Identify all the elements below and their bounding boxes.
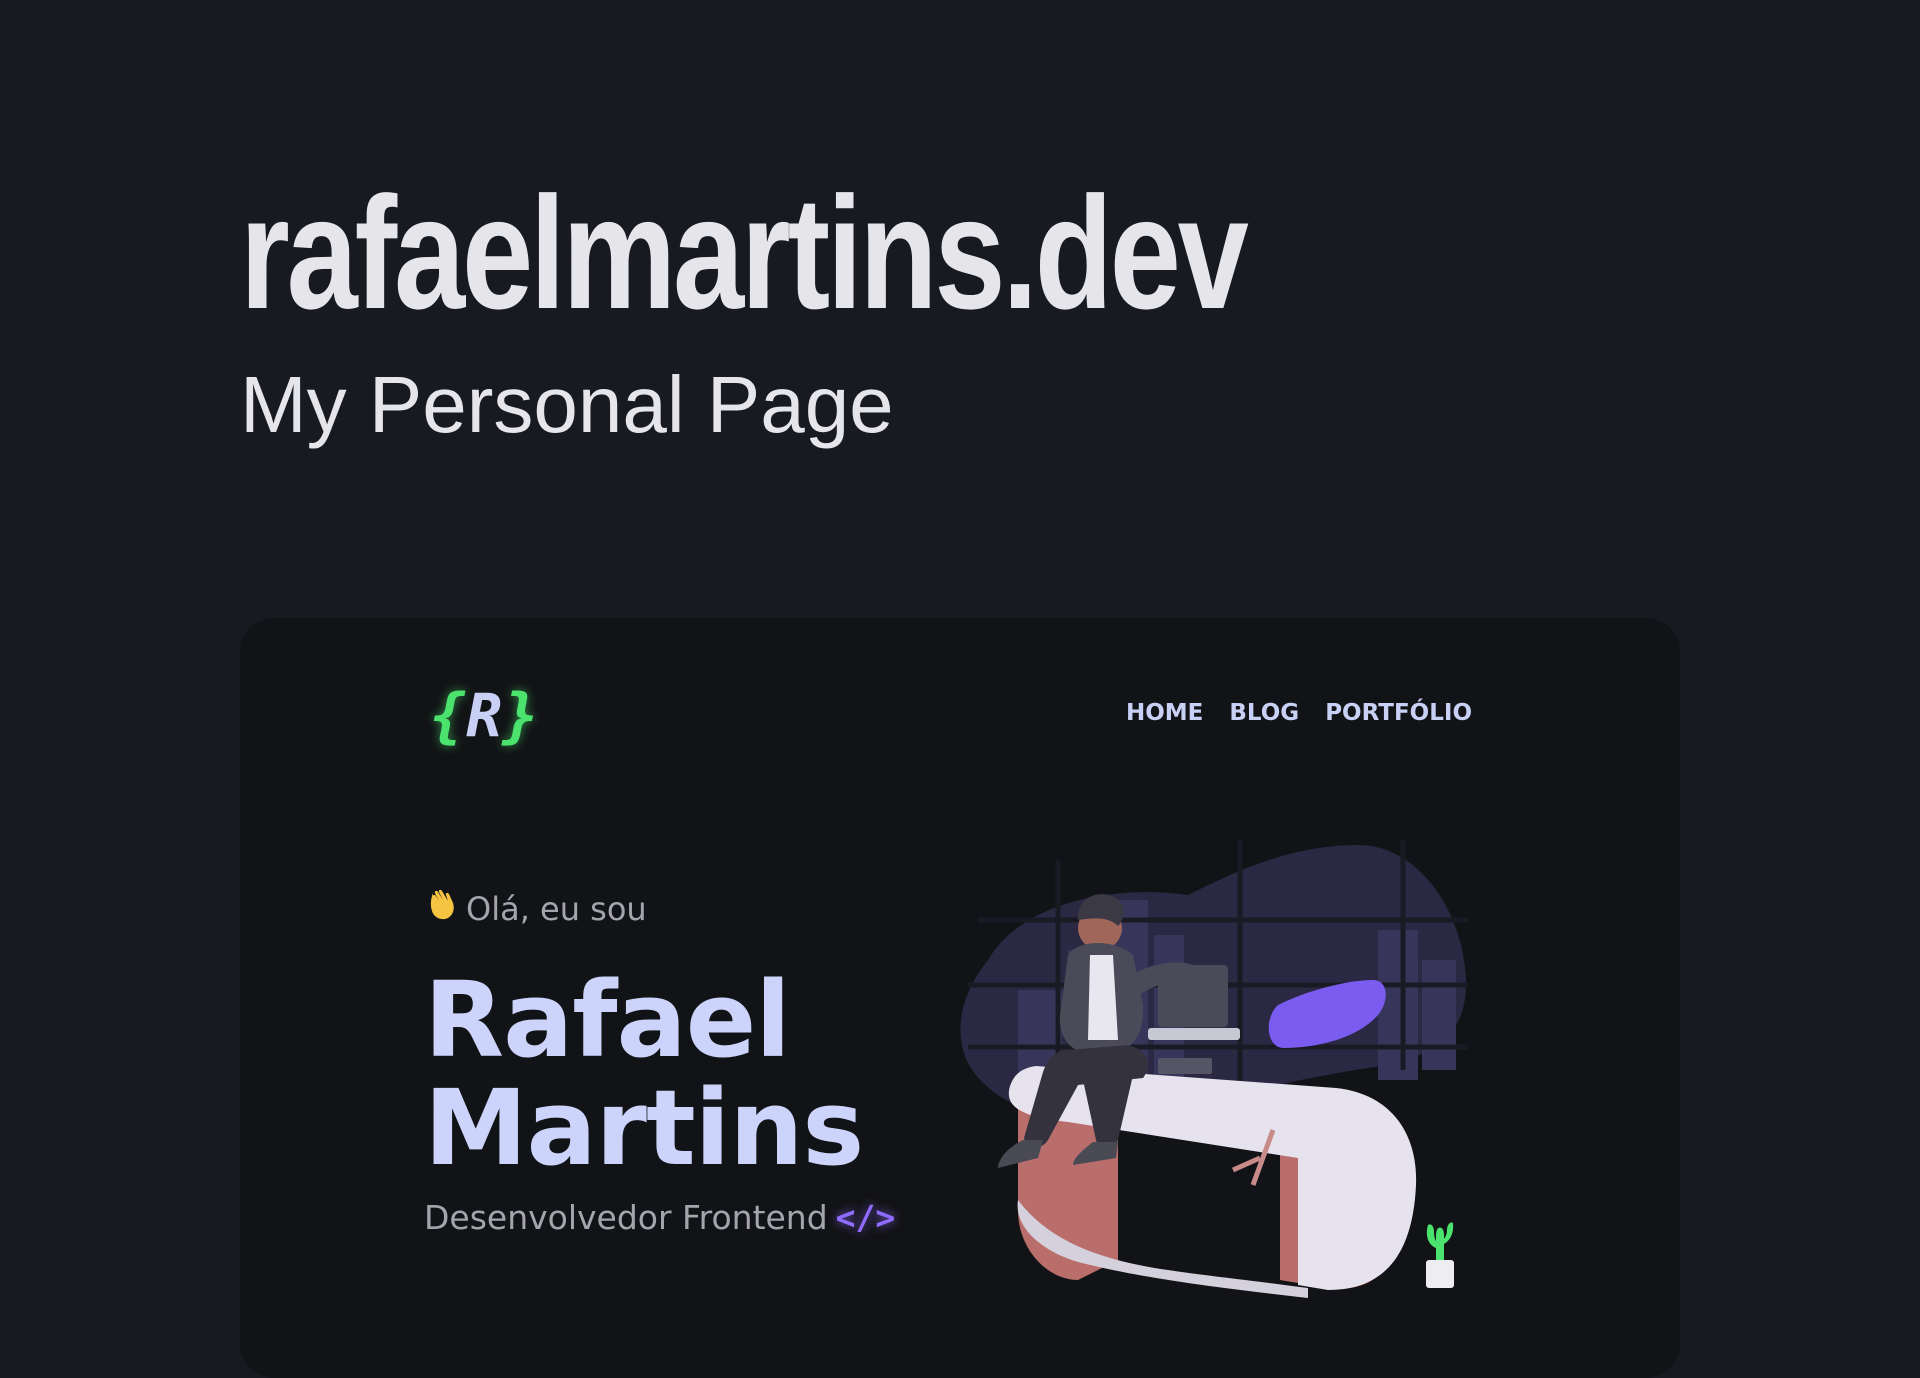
developer-illustration: [960, 840, 1468, 1298]
hero-role: Desenvolvedor Frontend </>: [424, 1196, 895, 1240]
hero-name-last: Martins: [424, 1067, 864, 1189]
nav-blog[interactable]: BLOG: [1229, 698, 1299, 728]
website-preview: {R} HOME BLOG PORTFÓLIO Olá, eu sou Rafa…: [240, 618, 1680, 1378]
hero-name: Rafael Martins: [424, 966, 864, 1182]
hero-greeting: Olá, eu sou: [426, 888, 647, 930]
illustration-cactus-plant: [1426, 1222, 1454, 1288]
page-subtitle: My Personal Page: [240, 360, 894, 449]
main-nav: HOME BLOG PORTFÓLIO: [1126, 698, 1472, 728]
logo-letter: R: [466, 681, 503, 751]
hero-role-text: Desenvolvedor Frontend: [424, 1198, 828, 1237]
nav-home[interactable]: HOME: [1126, 698, 1203, 728]
page-title: rafaelmartins.dev: [240, 163, 1249, 342]
hero-greeting-text: Olá, eu sou: [466, 890, 647, 928]
hero-name-first: Rafael: [424, 959, 791, 1081]
logo-close-brace: }: [502, 681, 539, 751]
nav-portfolio[interactable]: PORTFÓLIO: [1325, 698, 1472, 728]
site-logo[interactable]: {R}: [430, 676, 538, 756]
waving-hand-icon: [430, 889, 454, 920]
code-icon: </>: [835, 1198, 896, 1237]
logo-open-brace: {: [430, 681, 467, 751]
